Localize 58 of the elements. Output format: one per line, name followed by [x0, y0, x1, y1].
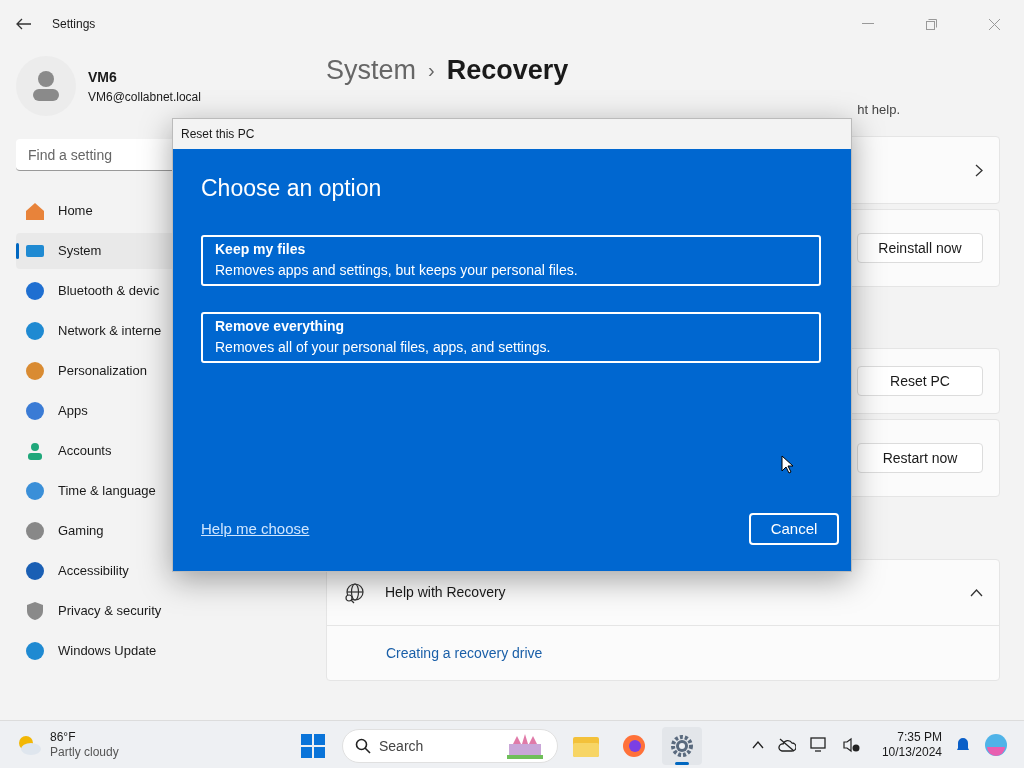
action-button[interactable]: Reset PC [857, 366, 983, 396]
nav-item[interactable]: Windows Update [16, 633, 306, 669]
nav-icon [24, 400, 46, 422]
search-icon [355, 738, 371, 754]
page-title: Recovery [446, 53, 569, 87]
folder-icon [573, 735, 599, 757]
bell-icon[interactable] [956, 736, 970, 753]
cloud-icon[interactable] [777, 737, 796, 752]
help-me-choose-link[interactable]: Help me choose [201, 517, 310, 541]
temperature: 86°F [50, 729, 77, 745]
dialog-heading: Choose an option [201, 174, 383, 203]
option-button[interactable]: Remove everything Removes all of your personal files, apps, and settings. [201, 311, 821, 363]
browser-icon [622, 734, 646, 758]
close-icon[interactable] [989, 18, 1000, 30]
taskbar-app[interactable] [662, 727, 702, 765]
nav-icon [24, 200, 46, 222]
nav-icon [24, 480, 46, 502]
nav-icon [24, 560, 46, 582]
help-title: Help with Recovery [385, 583, 507, 602]
chevron-up-icon[interactable] [970, 588, 983, 597]
nav-icon [24, 520, 46, 542]
nav-icon [24, 280, 46, 302]
intro-text: ht help. [857, 101, 900, 120]
chevron-up-icon[interactable] [751, 740, 764, 749]
option-button[interactable]: Keep my files Removes apps and settings, but keeps your personal files. [201, 234, 821, 286]
recovery-drive-link[interactable]: Creating a recovery drive [386, 642, 543, 664]
maximize-icon[interactable] [926, 18, 937, 30]
cancel-button[interactable]: Cancel [749, 513, 839, 545]
user-email: VM6@collabnet.local [88, 88, 201, 106]
nav-icon [24, 600, 46, 622]
copilot-icon[interactable] [984, 732, 1008, 757]
back-icon[interactable] [16, 18, 32, 30]
user-name: VM6 [88, 67, 118, 87]
nav-item[interactable]: Apps [16, 393, 306, 429]
nav-item[interactable]: Privacy & security [16, 593, 306, 629]
nav-item[interactable]: Accessibility [16, 553, 306, 589]
action-button[interactable]: Reinstall now [857, 233, 983, 263]
minimize-icon[interactable] [862, 23, 874, 25]
nav-icon [24, 640, 46, 662]
globe-icon [343, 581, 365, 604]
start-icon[interactable] [300, 733, 326, 759]
monitor-icon[interactable] [809, 736, 828, 753]
breadcrumb-separator: › [428, 58, 435, 83]
taskbar-search[interactable]: Search [342, 729, 558, 763]
gear-icon [670, 734, 694, 758]
clock-time[interactable]: 7:35 PM [897, 729, 942, 745]
chevron-right-icon[interactable] [975, 163, 983, 177]
action-button[interactable]: Restart now [857, 443, 983, 473]
breadcrumb-parent[interactable]: System [326, 49, 417, 91]
clock-date[interactable]: 10/13/2024 [881, 744, 942, 760]
nav-icon [24, 320, 46, 342]
nav-icon [24, 360, 46, 382]
nav-item[interactable]: Accounts [16, 433, 306, 469]
speaker-muted-icon[interactable] [841, 736, 860, 753]
weather-text: Partly cloudy [50, 744, 119, 760]
cursor-icon [781, 455, 793, 474]
nav-item[interactable]: Time & language [16, 473, 306, 509]
window-title: Settings [52, 16, 96, 33]
